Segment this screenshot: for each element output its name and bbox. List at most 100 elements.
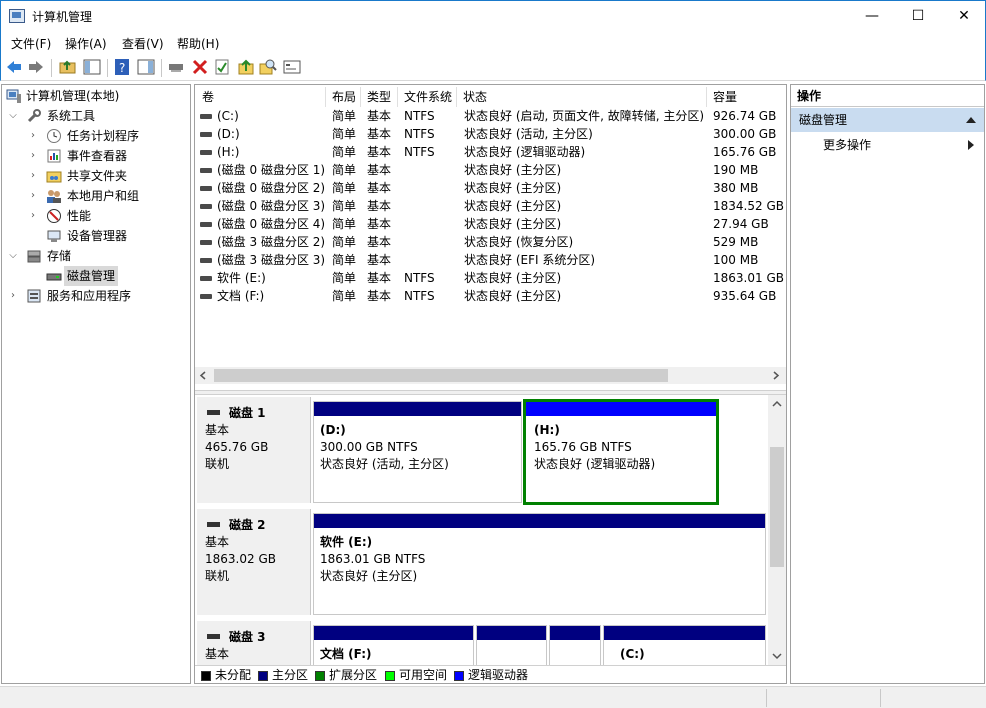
partition-e[interactable]: 软件 (E:) 1863.01 GB NTFS 状态良好 (主分区) [313,513,766,615]
checklist-icon[interactable] [213,58,231,76]
partition-d[interactable]: (D:) 300.00 GB NTFS 状态良好 (活动, 主分区) [313,401,522,503]
column-header-type[interactable]: 类型 [361,87,398,107]
table-row[interactable]: (D:) 简单 基本 NTFS 状态良好 (活动, 主分区) 300.00 GB [195,125,786,143]
column-header-filesystem[interactable]: 文件系统 [398,87,457,107]
tree-item-task-scheduler[interactable]: › 任务计划程序 [6,126,190,146]
search-folder-icon[interactable] [259,58,277,76]
drive-icon [200,132,212,137]
services-icon [27,289,41,303]
maximize-button[interactable]: ☐ [895,1,941,31]
collapse-chevron-icon[interactable]: ⌵ [8,106,18,126]
table-row[interactable]: (H:) 简单 基本 NTFS 状态良好 (逻辑驱动器) 165.76 GB [195,143,786,161]
collapse-triangle-icon[interactable] [966,117,976,123]
tree-label-root: 计算机管理(本地) [26,89,120,103]
tree-item-event-viewer[interactable]: › 事件查看器 [6,146,190,166]
close-button[interactable]: ✕ [941,1,986,31]
delete-icon[interactable] [191,58,209,76]
more-actions-item[interactable]: 更多操作 [791,134,984,156]
table-row[interactable]: (C:) 简单 基本 NTFS 状态良好 (启动, 页面文件, 故障转储, 主分… [195,107,786,125]
table-row[interactable]: (磁盘 3 磁盘分区 2) 简单 基本 状态良好 (恢复分区) 529 MB [195,233,786,251]
partition-h-name: (H:) [534,423,560,437]
partition-h[interactable]: (H:) 165.76 GB NTFS 状态良好 (逻辑驱动器) [523,399,719,505]
tree-item-local-users[interactable]: › 本地用户和组 [6,186,190,206]
tree-item-services[interactable]: › 服务和应用程序 [6,286,190,306]
tree-label-shared-folders: 共享文件夹 [67,169,128,183]
back-arrow-icon[interactable] [5,58,23,76]
tree-item-disk-management[interactable]: 磁盘管理 [6,266,190,286]
scroll-right-icon[interactable] [771,371,780,380]
partition-disk3-2[interactable] [476,625,547,665]
up-folder-icon[interactable] [59,58,77,76]
cell-layout: 简单 [332,145,357,159]
scroll-up-icon[interactable] [772,399,782,408]
primary-partition-bar [314,626,473,640]
disk-2-info[interactable]: 磁盘 2 基本 1863.02 GB 联机 [197,509,311,615]
column-header-status[interactable]: 状态 [457,87,707,107]
disk-1-info[interactable]: 磁盘 1 基本 465.76 GB 联机 [197,397,311,503]
column-header-volume[interactable]: 卷 [196,87,326,107]
cell-type: 基本 [367,127,392,141]
disk-3-info[interactable]: 磁盘 3 基本 [197,621,311,665]
menu-action[interactable]: 操作(A) [65,35,107,52]
column-header-layout[interactable]: 布局 [326,87,361,107]
expand-chevron-icon[interactable]: › [8,286,18,306]
partition-d-name: (D:) [320,423,346,437]
expand-chevron-icon[interactable]: › [28,166,38,186]
properties-pane-icon[interactable] [137,58,155,76]
expand-chevron-icon[interactable]: › [28,206,38,226]
tree-item-storage[interactable]: ⌵ 存储 [6,246,190,266]
scroll-down-icon[interactable] [772,652,782,661]
actions-panel: 操作 磁盘管理 更多操作 [790,84,985,684]
partition-c[interactable]: (C:) [603,625,766,665]
table-row[interactable]: 文档 (F:) 简单 基本 NTFS 状态良好 (主分区) 935.64 GB [195,287,786,305]
partition-f[interactable]: 文档 (F:) [313,625,474,665]
actions-section-disk-management[interactable]: 磁盘管理 [791,108,984,132]
collapse-chevron-icon[interactable]: ⌵ [8,246,18,266]
menu-file[interactable]: 文件(F) [11,35,51,52]
tree-root[interactable]: 计算机管理(本地) [6,86,190,106]
cell-layout: 简单 [332,181,357,195]
expand-chevron-icon[interactable]: › [28,126,38,146]
tree-label-local-users: 本地用户和组 [67,189,140,203]
menu-view[interactable]: 查看(V) [122,35,164,52]
legend-swatch-free [385,670,395,681]
cell-status: 状态良好 (主分区) [464,289,562,303]
help-icon[interactable]: ? [113,58,131,76]
vertical-scrollbar[interactable] [768,395,786,665]
import-icon[interactable] [237,58,255,76]
cell-type: 基本 [367,109,392,123]
expand-chevron-icon[interactable]: › [28,146,38,166]
drive-icon [200,258,212,263]
menu-help[interactable]: 帮助(H) [177,35,219,52]
primary-partition-bar [604,626,765,640]
expand-chevron-icon[interactable]: › [28,186,38,206]
scroll-left-icon[interactable] [199,371,208,380]
table-row[interactable]: (磁盘 0 磁盘分区 3) 简单 基本 状态良好 (主分区) 1834.52 G… [195,197,786,215]
cell-type: 基本 [367,181,392,195]
minimize-button[interactable]: — [849,1,895,31]
table-row[interactable]: 软件 (E:) 简单 基本 NTFS 状态良好 (主分区) 1863.01 GB [195,269,786,287]
horizontal-scrollbar[interactable] [195,367,786,384]
partition-e-text: 软件 (E:) 1863.01 GB NTFS 状态良好 (主分区) [320,534,425,585]
cell-capacity: 165.76 GB [713,145,777,159]
cell-layout: 简单 [332,199,357,213]
forward-arrow-icon[interactable] [27,58,45,76]
tree-item-performance[interactable]: › 性能 [6,206,190,226]
table-row[interactable]: (磁盘 3 磁盘分区 3) 简单 基本 状态良好 (EFI 系统分区) 100 … [195,251,786,269]
tree-item-device-manager[interactable]: 设备管理器 [6,226,190,246]
status-divider [766,689,767,707]
horizontal-scroll-thumb[interactable] [214,369,668,382]
disk-2-type: 基本 [205,535,230,549]
show-hide-tree-icon[interactable] [83,58,101,76]
tree-item-system-tools[interactable]: ⌵ 系统工具 [6,106,190,126]
connect-icon[interactable] [167,58,185,76]
console-icon[interactable] [283,58,301,76]
table-row[interactable]: (磁盘 0 磁盘分区 2) 简单 基本 状态良好 (主分区) 380 MB [195,179,786,197]
table-row[interactable]: (磁盘 0 磁盘分区 1) 简单 基本 状态良好 (主分区) 190 MB [195,161,786,179]
partition-e-name: 软件 (E:) [320,535,373,549]
vertical-scroll-thumb[interactable] [770,447,784,567]
column-header-capacity[interactable]: 容量 [707,87,786,107]
tree-item-shared-folders[interactable]: › 共享文件夹 [6,166,190,186]
table-row[interactable]: (磁盘 0 磁盘分区 4) 简单 基本 状态良好 (主分区) 27.94 GB [195,215,786,233]
partition-disk3-3[interactable] [549,625,601,665]
